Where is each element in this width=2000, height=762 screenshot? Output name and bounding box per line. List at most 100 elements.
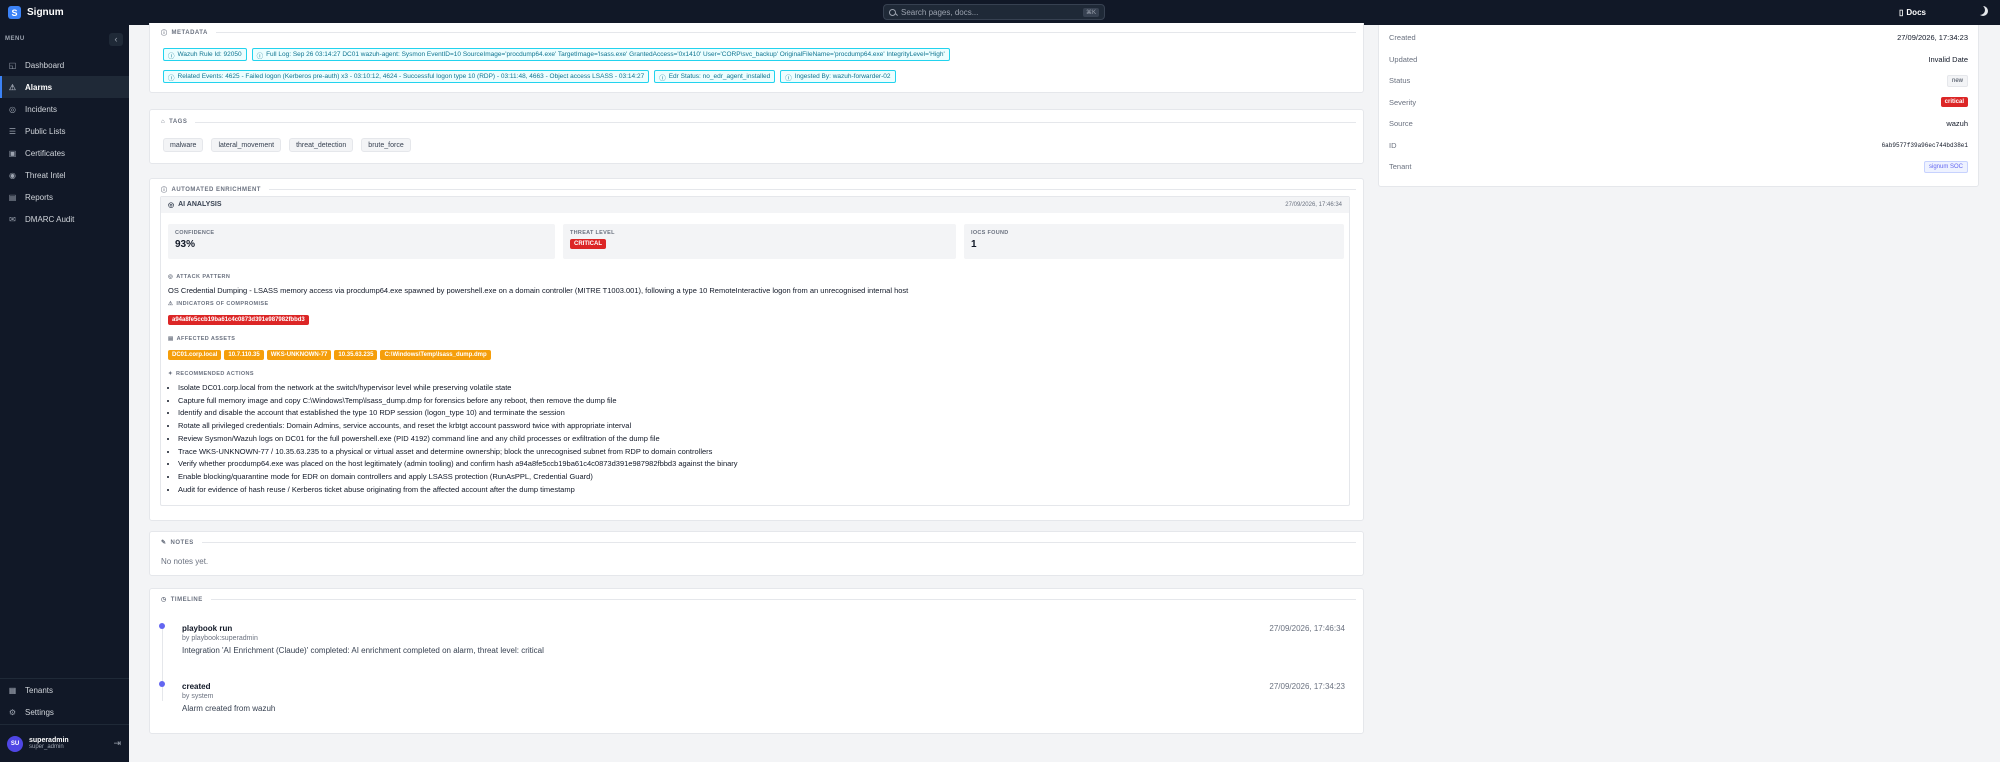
detail-row-status: Status new bbox=[1379, 70, 1978, 92]
timeline-dot bbox=[159, 623, 165, 629]
sidebar-item-label: Certificates bbox=[25, 148, 66, 158]
incident-icon: ◎ bbox=[9, 104, 16, 114]
sidebar-item-settings[interactable]: ⚙ Settings bbox=[0, 701, 129, 723]
detail-label: Tenant bbox=[1389, 162, 1412, 172]
detail-label: Created bbox=[1389, 33, 1416, 43]
asset-badge: DC01.corp.local bbox=[168, 350, 222, 360]
sidebar-item-reports[interactable]: ▤ Reports bbox=[0, 186, 129, 208]
theme-toggle-icon[interactable] bbox=[1978, 6, 1988, 16]
notes-title: NOTES bbox=[170, 539, 194, 546]
asset-badge: WKS-UNKNOWN-77 bbox=[266, 350, 332, 360]
app-name: Signum bbox=[27, 7, 64, 18]
info-icon: ⓘ bbox=[659, 74, 666, 82]
tags-heading: ⌂ TAGS bbox=[161, 119, 1356, 125]
detail-value: 27/09/2026, 17:34:23 bbox=[1897, 33, 1968, 43]
shortcut-hint: ⌘K bbox=[1082, 7, 1099, 17]
detail-row-tenant: Tenant signum SOC bbox=[1379, 156, 1978, 178]
event-description: Alarm created from wazuh bbox=[182, 704, 276, 713]
event-time: 27/09/2026, 17:34:23 bbox=[1269, 682, 1345, 691]
ai-analysis-panel: ◎ AI ANALYSIS 27/09/2026, 17:46:34 CONFID… bbox=[160, 196, 1350, 506]
sidebar-item-label: Public Lists bbox=[25, 126, 66, 136]
collapse-sidebar-icon[interactable]: ‹ bbox=[109, 32, 123, 46]
warning-icon: ⚠ bbox=[168, 301, 174, 307]
search-box[interactable]: ⌘K bbox=[883, 4, 1105, 20]
confidence-value: 93% bbox=[175, 239, 196, 250]
tag[interactable]: threat_detection bbox=[289, 138, 354, 152]
report-icon: ▤ bbox=[8, 192, 17, 202]
asset-list: DC01.corp.local 10.7.110.35 WKS-UNKNOWN-77… bbox=[168, 348, 494, 360]
threat-level-badge: CRITICAL bbox=[570, 239, 606, 249]
recommendation-item: Identify and disable the account that es… bbox=[178, 407, 738, 420]
dashboard-icon: ◱ bbox=[8, 60, 17, 70]
sidebar-item-public-lists[interactable]: ☰ Public Lists bbox=[0, 120, 129, 142]
status-badge: new bbox=[1946, 74, 1968, 87]
metadata-heading: ⓘ METADATA bbox=[161, 28, 1356, 37]
tag[interactable]: brute_force bbox=[361, 138, 411, 152]
logout-icon[interactable]: ⇥ bbox=[113, 738, 121, 749]
event-time: 27/09/2026, 17:46:34 bbox=[1269, 624, 1345, 633]
sidebar-item-incidents[interactable]: ◎ Incidents bbox=[0, 98, 129, 120]
metadata-row-2: ⓘ Related Events: 4625 - Failed logon (Ke… bbox=[163, 70, 896, 83]
chip-text: Full Log: Sep 26 03:14:27 DC01 wazuh-age… bbox=[266, 51, 945, 58]
threat-level-label: THREAT LEVEL bbox=[570, 230, 615, 236]
app-logo-icon: S bbox=[8, 6, 21, 19]
timeline-event: created by system Alarm created from waz… bbox=[182, 682, 275, 713]
event-title: created bbox=[182, 682, 211, 691]
building-icon: ▦ bbox=[8, 685, 17, 695]
ioc-badge: a94a8fe5ccb19ba61c4c0873d391e987982fbbd3 bbox=[168, 315, 309, 325]
sidebar-item-certificates[interactable]: ▣ Certificates bbox=[0, 142, 129, 164]
timeline-title: TIMELINE bbox=[170, 596, 203, 603]
ioc-heading: ⚠ INDICATORS OF COMPROMISE bbox=[168, 301, 269, 307]
notes-empty-text: No notes yet. bbox=[161, 557, 209, 566]
sidebar-item-threat-intel[interactable]: ◉ Threat Intel bbox=[0, 164, 129, 186]
tags-card: ⌂ TAGS malware lateral_movement threat_de… bbox=[149, 109, 1364, 164]
recommended-actions-label: RECOMMENDED ACTIONS bbox=[176, 371, 254, 377]
sidebar-item-label: Dashboard bbox=[25, 60, 65, 70]
tag[interactable]: lateral_movement bbox=[211, 138, 282, 152]
tag-list: malware lateral_movement threat_detectio… bbox=[163, 138, 411, 152]
sidebar-item-tenants[interactable]: ▦ Tenants bbox=[0, 679, 129, 701]
severity-badge: critical bbox=[1940, 97, 1968, 108]
mail-icon: ✉ bbox=[9, 214, 16, 224]
iocs-found-label: IOCS FOUND bbox=[971, 230, 1009, 236]
docs-label: Docs bbox=[1906, 8, 1926, 17]
ai-analysis-header: ◎ AI ANALYSIS 27/09/2026, 17:46:34 bbox=[161, 197, 1349, 213]
detail-row-source: Source wazuh bbox=[1379, 113, 1978, 135]
details-card: Created 27/09/2026, 17:34:23 Updated Inval… bbox=[1378, 25, 1979, 187]
recommendation-item: Trace WKS-UNKNOWN-77 / 10.35.63.235 to a… bbox=[178, 446, 738, 459]
timeline-event: playbook run by playbook:superadmin Inte… bbox=[182, 624, 544, 655]
bolt-icon: ⓘ bbox=[161, 188, 168, 194]
sidebar-item-label: Tenants bbox=[25, 685, 54, 695]
asset-badge: 10.7.110.35 bbox=[224, 350, 264, 360]
user-panel[interactable]: SU superadmin super_admin ⇥ bbox=[0, 724, 129, 762]
sidebar-item-label: Settings bbox=[25, 707, 54, 717]
recommendation-item: Enable blocking/quarantine mode for EDR … bbox=[178, 471, 738, 484]
sidebar-item-label: Threat Intel bbox=[25, 170, 66, 180]
menu-label: MENU bbox=[5, 36, 25, 42]
search-input[interactable] bbox=[901, 7, 1078, 17]
info-icon: ⓘ bbox=[168, 52, 175, 60]
sidebar-item-label: Reports bbox=[25, 192, 54, 202]
certificate-icon: ▣ bbox=[8, 148, 17, 158]
notes-card: ✎ NOTES No notes yet. bbox=[149, 531, 1364, 576]
ai-title-text: AI ANALYSIS bbox=[178, 201, 222, 208]
ioc-list: a94a8fe5ccb19ba61c4c0873d391e987982fbbd3 bbox=[168, 313, 309, 325]
server-icon: ▤ bbox=[168, 336, 174, 342]
asset-badge: 10.35.63.235 bbox=[334, 350, 378, 360]
docs-button[interactable]: ▯ Docs bbox=[1895, 6, 1930, 19]
detail-value: Invalid Date bbox=[1928, 54, 1968, 64]
tenant-badge: signum SOC bbox=[1923, 160, 1968, 173]
confidence-stat: CONFIDENCE 93% bbox=[168, 224, 555, 259]
brand[interactable]: S Signum bbox=[0, 6, 129, 19]
timeline-dot bbox=[159, 681, 165, 687]
metadata-card: ⓘ METADATA ⓘ Wazuh Rule Id: 92050 ⓘ Full Lo… bbox=[149, 23, 1364, 93]
tags-title: TAGS bbox=[169, 119, 188, 125]
sidebar-item-dashboard[interactable]: ◱ Dashboard bbox=[0, 54, 129, 76]
sparkle-icon: ◎ bbox=[168, 202, 175, 209]
tag[interactable]: malware bbox=[163, 138, 204, 152]
sidebar-item-alarms[interactable]: ⚠ Alarms bbox=[0, 76, 129, 98]
lightbulb-icon: ✦ bbox=[168, 371, 174, 377]
sidebar-item-dmarc-audit[interactable]: ✉ DMARC Audit bbox=[0, 208, 129, 230]
search-icon bbox=[889, 8, 896, 16]
metadata-chip: ⓘ Edr Status: no_edr_agent_installed bbox=[654, 70, 776, 83]
